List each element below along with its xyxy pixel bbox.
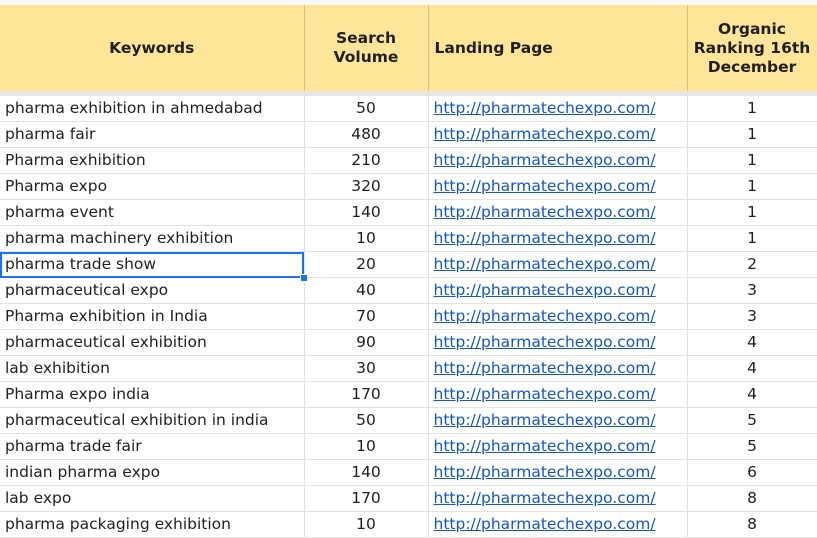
landing-page-link[interactable]: http://pharmatechexpo.com/ (428, 511, 688, 538)
keyword-cell[interactable]: pharma machinery exhibition (0, 225, 305, 252)
landing-page-link[interactable]: http://pharmatechexpo.com/ (428, 459, 688, 486)
keyword-cell[interactable]: pharmaceutical exhibition (0, 329, 305, 356)
table-row: Pharma expo 320 http://pharmatechexpo.com/… (0, 173, 817, 200)
keyword-cell[interactable]: pharma trade fair (0, 433, 305, 460)
search-volume-cell[interactable]: 40 (304, 277, 429, 304)
organic-ranking-cell[interactable]: 1 (687, 173, 817, 200)
keyword-cell[interactable]: Pharma expo (0, 173, 305, 200)
landing-page-link[interactable]: http://pharmatechexpo.com/ (428, 355, 688, 382)
table-row: lab expo 170 http://pharmatechexpo.com/8 (0, 485, 817, 512)
table-row: pharma exhibition in ahmedabad 50 http://p… (0, 93, 817, 122)
landing-page-link[interactable]: http://pharmatechexpo.com/ (428, 407, 688, 434)
search-volume-cell[interactable]: 30 (304, 355, 429, 382)
search-volume-cell[interactable]: 10 (304, 225, 429, 252)
table-row: pharmaceutical expo 40 http://pharmatechex… (0, 277, 817, 304)
organic-ranking-cell[interactable]: 6 (687, 459, 817, 486)
fill-handle[interactable] (300, 273, 308, 282)
search-volume-cell[interactable]: 10 (304, 433, 429, 460)
search-volume-cell[interactable]: 50 (304, 407, 429, 434)
header-organic-ranking[interactable]: Organic Ranking 16th December (687, 5, 817, 96)
table-row: pharma trade show 20 http://pharmatechexpo… (0, 251, 817, 278)
search-volume-cell[interactable]: 140 (304, 459, 429, 486)
table-row: Pharma expo india 170 http://pharmatechexp… (0, 381, 817, 408)
table-row: indian pharma expo 140 http://pharmatechex… (0, 459, 817, 486)
landing-page-link[interactable]: http://pharmatechexpo.com/ (428, 381, 688, 408)
organic-ranking-cell[interactable]: 2 (687, 251, 817, 278)
organic-ranking-cell[interactable]: 8 (687, 485, 817, 512)
organic-ranking-cell[interactable]: 1 (687, 93, 817, 122)
organic-ranking-cell[interactable]: 1 (687, 121, 817, 148)
organic-ranking-cell[interactable]: 1 (687, 199, 817, 226)
organic-ranking-cell[interactable]: 1 (687, 147, 817, 174)
landing-page-link[interactable]: http://pharmatechexpo.com/ (428, 147, 688, 174)
table-row: pharma packaging exhibition 10 http://phar… (0, 511, 817, 538)
header-search-volume[interactable]: Search Volume (304, 5, 429, 96)
landing-page-link[interactable]: http://pharmatechexpo.com/ (428, 251, 688, 278)
table-row: lab exhibition 30 http://pharmatechexpo.co… (0, 355, 817, 382)
keyword-cell[interactable]: pharma exhibition in ahmedabad (0, 93, 305, 122)
landing-page-link[interactable]: http://pharmatechexpo.com/ (428, 277, 688, 304)
landing-page-link[interactable]: http://pharmatechexpo.com/ (428, 225, 688, 252)
keyword-cell[interactable]: lab expo (0, 485, 305, 512)
landing-page-link[interactable]: http://pharmatechexpo.com/ (428, 93, 688, 122)
landing-page-link[interactable]: http://pharmatechexpo.com/ (428, 199, 688, 226)
keyword-cell[interactable]: Pharma expo india (0, 381, 305, 408)
search-volume-cell[interactable]: 170 (304, 381, 429, 408)
organic-ranking-cell[interactable]: 4 (687, 381, 817, 408)
search-volume-cell[interactable]: 20 (304, 251, 429, 278)
table-row: pharma event 140 http://pharmatechexpo.com… (0, 199, 817, 226)
keyword-ranking-table: Keywords Search Volume Landing Page Orga… (0, 5, 817, 538)
header-landing-page[interactable]: Landing Page (428, 5, 688, 96)
keyword-cell[interactable]: lab exhibition (0, 355, 305, 382)
organic-ranking-cell[interactable]: 1 (687, 225, 817, 252)
search-volume-cell[interactable]: 480 (304, 121, 429, 148)
organic-ranking-cell[interactable]: 5 (687, 433, 817, 460)
landing-page-link[interactable]: http://pharmatechexpo.com/ (428, 433, 688, 460)
landing-page-link[interactable]: http://pharmatechexpo.com/ (428, 303, 688, 330)
keyword-cell[interactable]: pharma trade show (0, 251, 305, 278)
search-volume-cell[interactable]: 70 (304, 303, 429, 330)
keyword-cell[interactable]: pharmaceutical expo (0, 277, 305, 304)
keyword-cell[interactable]: Pharma exhibition in India (0, 303, 305, 330)
table-row: pharma trade fair 10 http://pharmatechexpo… (0, 433, 817, 460)
keyword-cell[interactable]: pharmaceutical exhibition in india (0, 407, 305, 434)
landing-page-link[interactable]: http://pharmatechexpo.com/ (428, 121, 688, 148)
header-keywords[interactable]: Keywords (0, 5, 305, 96)
search-volume-cell[interactable]: 210 (304, 147, 429, 174)
table-row: pharmaceutical exhibition in india 50 http… (0, 407, 817, 434)
organic-ranking-cell[interactable]: 4 (687, 355, 817, 382)
organic-ranking-cell[interactable]: 3 (687, 303, 817, 330)
keyword-cell[interactable]: pharma event (0, 199, 305, 226)
organic-ranking-cell[interactable]: 3 (687, 277, 817, 304)
search-volume-cell[interactable]: 50 (304, 93, 429, 122)
landing-page-link[interactable]: http://pharmatechexpo.com/ (428, 329, 688, 356)
keyword-cell[interactable]: Pharma exhibition (0, 147, 305, 174)
table-row: pharmaceutical exhibition 90 http://pharma… (0, 329, 817, 356)
keyword-cell[interactable]: pharma packaging exhibition (0, 511, 305, 538)
search-volume-cell[interactable]: 10 (304, 511, 429, 538)
keyword-cell[interactable]: indian pharma expo (0, 459, 305, 486)
keyword-cell[interactable]: pharma fair (0, 121, 305, 148)
search-volume-cell[interactable]: 320 (304, 173, 429, 200)
search-volume-cell[interactable]: 140 (304, 199, 429, 226)
table-row: Pharma exhibition 210 http://pharmatechexp… (0, 147, 817, 174)
table-row: pharma fair 480 http://pharmatechexpo.com/… (0, 121, 817, 148)
spreadsheet: Keywords Search Volume Landing Page Orga… (0, 0, 817, 538)
search-volume-cell[interactable]: 170 (304, 485, 429, 512)
search-volume-cell[interactable]: 90 (304, 329, 429, 356)
table-row: Pharma exhibition in India 70 http://pharm… (0, 303, 817, 330)
organic-ranking-cell[interactable]: 4 (687, 329, 817, 356)
landing-page-link[interactable]: http://pharmatechexpo.com/ (428, 173, 688, 200)
table-row: pharma machinery exhibition 10 http://phar… (0, 225, 817, 252)
header-row: Keywords Search Volume Landing Page Orga… (0, 5, 817, 96)
landing-page-link[interactable]: http://pharmatechexpo.com/ (428, 485, 688, 512)
organic-ranking-cell[interactable]: 8 (687, 511, 817, 538)
organic-ranking-cell[interactable]: 5 (687, 407, 817, 434)
